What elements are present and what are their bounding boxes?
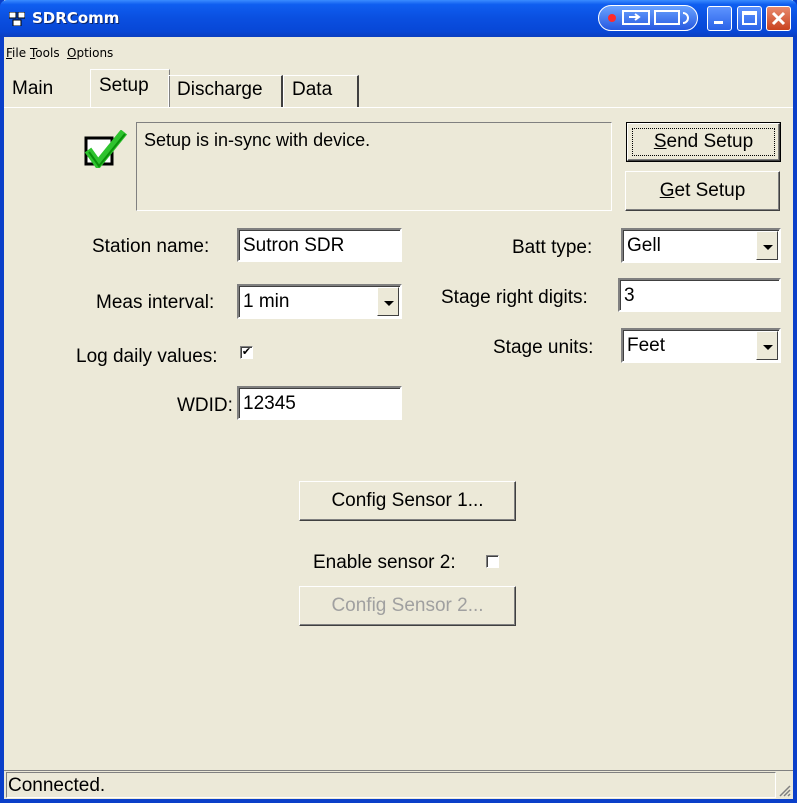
stage-digits-input[interactable]: 3 <box>618 278 781 312</box>
tab-setup[interactable]: Setup <box>90 69 170 107</box>
focus-rect <box>632 128 775 156</box>
tab-data[interactable]: Data <box>283 75 359 107</box>
batt-type-value: Gell <box>627 235 661 256</box>
station-name-label: Station name: <box>92 236 210 257</box>
menu-bar: File Tools Options <box>4 37 793 67</box>
sync-status-text: Setup is in-sync with device. <box>144 130 371 150</box>
get-setup-label: et Setup <box>674 180 746 201</box>
log-daily-label: Log daily values: <box>76 346 218 367</box>
send-setup-button[interactable]: Send Setup <box>626 122 781 162</box>
tab-main[interactable]: Main <box>4 75 82 107</box>
station-name-input[interactable]: Sutron SDR <box>237 228 402 262</box>
tab-strip: Main Setup Discharge Data <box>4 67 793 107</box>
status-panel <box>6 772 776 798</box>
stage-units-value: Feet <box>627 335 666 356</box>
menu-options[interactable]: Options <box>67 46 113 60</box>
batt-type-label: Batt type: <box>512 237 593 258</box>
enable-sensor-2-label: Enable sensor 2: <box>313 552 456 573</box>
chevron-down-icon[interactable] <box>756 331 778 360</box>
stage-units-select[interactable]: Feet <box>621 328 781 363</box>
meas-interval-label: Meas interval: <box>96 292 215 313</box>
title-bar[interactable]: SDRComm <box>0 0 797 37</box>
batt-type-select[interactable]: Gell <box>621 228 781 263</box>
wdid-input[interactable]: 12345 <box>237 386 402 420</box>
maximize-icon <box>742 11 757 25</box>
connection-indicator[interactable] <box>598 5 698 31</box>
maximize-button[interactable] <box>737 6 762 31</box>
menu-tools[interactable]: Tools <box>30 46 60 60</box>
meas-interval-value: 1 min <box>243 291 290 312</box>
close-button[interactable] <box>766 6 791 31</box>
window-title: SDRComm <box>32 9 120 27</box>
menu-options-label: ptions <box>76 46 114 60</box>
chevron-down-icon[interactable] <box>377 287 399 316</box>
wdid-label: WDID: <box>177 395 233 416</box>
menu-file-label: ile <box>12 46 27 60</box>
app-icon <box>9 12 25 26</box>
connection-indicator-icon <box>608 10 689 25</box>
menu-tools-label: ools <box>35 46 60 60</box>
stage-units-label: Stage units: <box>493 337 594 358</box>
meas-interval-select[interactable]: 1 min <box>237 284 402 319</box>
log-daily-checkbox[interactable]: ✔ <box>240 346 253 359</box>
get-setup-button[interactable]: Get Setup <box>625 171 780 211</box>
status-text: Connected. <box>8 775 106 796</box>
green-check-icon <box>84 130 128 168</box>
config-sensor-1-button[interactable]: Config Sensor 1... <box>299 481 516 521</box>
tab-discharge[interactable]: Discharge <box>168 75 283 107</box>
get-setup-accel: G <box>659 180 675 201</box>
minimize-icon <box>714 21 723 24</box>
chevron-down-icon[interactable] <box>756 231 778 260</box>
close-icon <box>771 11 786 26</box>
config-sensor-2-button: Config Sensor 2... <box>299 586 516 626</box>
enable-sensor-2-checkbox[interactable] <box>486 555 499 568</box>
menu-file[interactable]: File <box>6 46 26 60</box>
resize-grip-icon[interactable] <box>777 783 791 797</box>
stage-digits-label: Stage right digits: <box>441 287 588 308</box>
minimize-button[interactable] <box>707 6 732 31</box>
